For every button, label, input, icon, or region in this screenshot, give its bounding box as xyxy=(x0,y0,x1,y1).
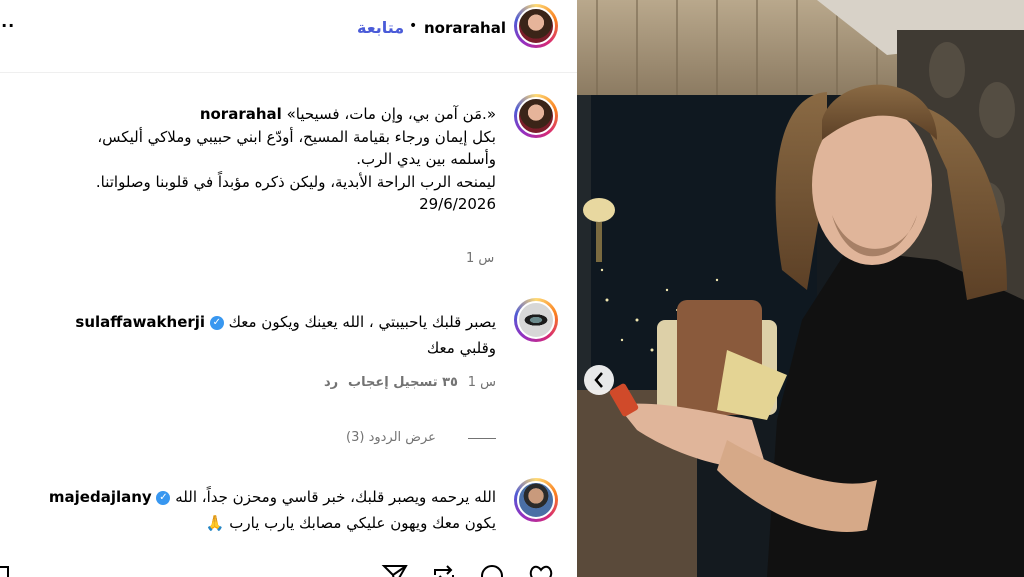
comment-icon[interactable] xyxy=(478,563,506,577)
comment-2-line-1: majedajlany ✓ الله يرحمه ويصبر قلبك، خبر… xyxy=(40,484,496,510)
view-replies-button[interactable]: عرض الردود (3) xyxy=(346,430,496,448)
comment-1-text: يصبر قلبك ياحبيبتي ، الله يعينك ويكون مع… xyxy=(228,313,496,331)
comment-avatar-2[interactable] xyxy=(514,478,558,522)
comment-1-reply-button[interactable]: رد xyxy=(324,375,338,390)
caption-line-1: norarahal «مَن آمن بي، وإن مات، فسيحيا.» xyxy=(40,103,496,126)
header-username[interactable]: norarahal xyxy=(424,19,506,37)
comment-2: majedajlany ✓ الله يرحمه ويصبر قلبك، خبر… xyxy=(40,484,496,536)
verified-badge-icon: ✓ xyxy=(156,490,171,505)
caption-avatar[interactable] xyxy=(514,94,558,138)
bookmark-icon[interactable] xyxy=(0,565,10,577)
view-replies-line xyxy=(468,438,496,439)
like-heart-icon[interactable] xyxy=(527,563,555,577)
comment-2-line-2: يكون معك ويهون عليكي مصابك يارب يارب 🙏 xyxy=(205,514,496,532)
caption-line-3: وأسلمه بين يدي الرب. xyxy=(356,150,496,168)
caption-quote: «مَن آمن بي، وإن مات، فسيحيا.» xyxy=(286,105,496,123)
post-photo xyxy=(577,0,1024,577)
header-bullet: • xyxy=(409,18,418,34)
comment-1-meta: 1 س ٣٥ تسجيل إعجاب رد xyxy=(322,375,496,393)
caption-time[interactable]: 1 س xyxy=(466,251,494,266)
photo-image xyxy=(577,0,1024,577)
comment-1-line-1: sulaffawakherji ✓ يصبر قلبك ياحبيبتي ، ا… xyxy=(40,309,496,335)
action-bar xyxy=(0,560,577,577)
comment-2-text: الله يرحمه ويصبر قلبك، خبر قاسي ومحزن جد… xyxy=(175,488,496,506)
caption-date: 29/6/2026 xyxy=(419,195,496,213)
view-replies-label: عرض الردود (3) xyxy=(346,430,436,445)
caption-line-4: ليمنحه الرب الراحة الأبدية، وليكن ذكره م… xyxy=(95,172,496,191)
caption-block: norarahal «مَن آمن بي، وإن مات، فسيحيا.»… xyxy=(40,103,496,216)
share-icon[interactable] xyxy=(381,563,409,577)
header-divider xyxy=(0,72,577,73)
post-panel: ... متابعة • norarahal norarahal «مَن آم… xyxy=(0,0,577,577)
caption-line-2: بكل إيمان ورجاء بقيامة المسيح، أودّع ابن… xyxy=(97,127,496,146)
comment-1-line-2: وقلبي معك xyxy=(426,339,496,357)
comment-1: sulaffawakherji ✓ يصبر قلبك ياحبيبتي ، ا… xyxy=(40,309,496,361)
more-options-button[interactable]: ... xyxy=(0,12,15,31)
repost-icon[interactable] xyxy=(430,563,458,577)
comment-1-likes[interactable]: ٣٥ تسجيل إعجاب xyxy=(348,375,458,390)
follow-button[interactable]: متابعة xyxy=(357,18,404,37)
post-header: ... متابعة • norarahal xyxy=(0,0,577,58)
comment-1-username[interactable]: sulaffawakherji xyxy=(75,313,205,331)
comment-avatar-1[interactable] xyxy=(514,298,558,342)
header-avatar[interactable] xyxy=(514,4,558,48)
caption-username[interactable]: norarahal xyxy=(200,105,282,123)
verified-badge-icon: ✓ xyxy=(209,315,224,330)
comment-1-time[interactable]: 1 س xyxy=(468,375,496,390)
comment-2-username[interactable]: majedajlany xyxy=(49,488,152,506)
